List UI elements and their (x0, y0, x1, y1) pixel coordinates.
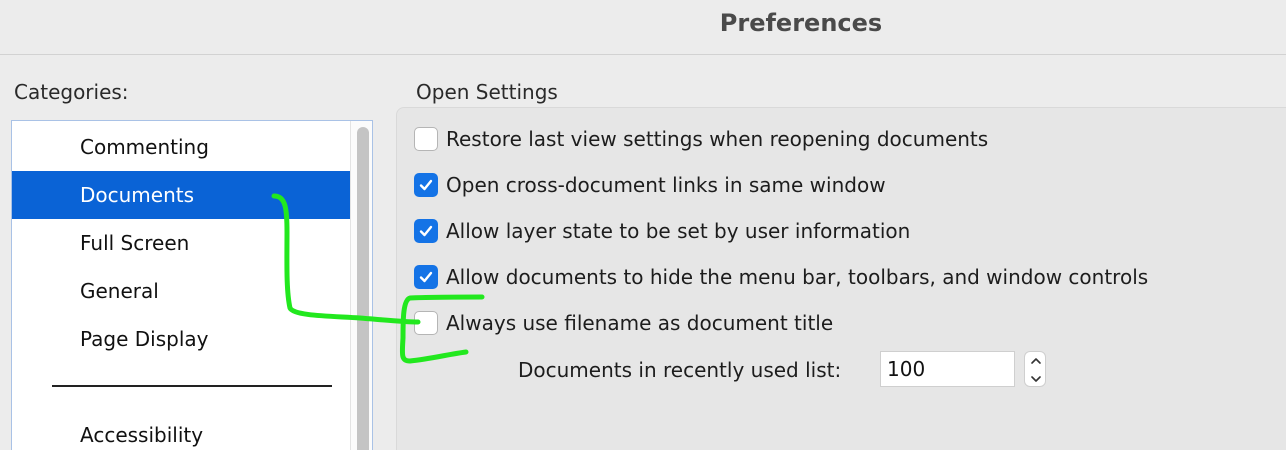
checkmark-icon (419, 225, 433, 237)
recent-list-count-input[interactable] (880, 351, 1015, 387)
categories-scrollbar[interactable] (350, 121, 372, 450)
option-cross-document-links[interactable]: Open cross-document links in same window (414, 172, 886, 198)
option-layer-state[interactable]: Allow layer state to be set by user info… (414, 218, 910, 244)
window-title: Preferences (719, 9, 883, 37)
option-label: Restore last view settings when reopenin… (446, 127, 989, 151)
scrollbar-thumb[interactable] (357, 127, 369, 450)
checkmark-icon (419, 271, 433, 283)
category-item-page-display[interactable]: Page Display (12, 315, 350, 363)
section-title-open-settings: Open Settings (416, 80, 558, 104)
chevron-up-icon (1031, 358, 1041, 364)
option-label: Allow layer state to be set by user info… (446, 219, 911, 243)
option-restore-last-view[interactable]: Restore last view settings when reopenin… (414, 126, 988, 152)
category-item-general[interactable]: General (12, 267, 350, 315)
option-label: Always use filename as document title (446, 311, 834, 335)
checkbox-layer-state[interactable] (414, 219, 438, 243)
option-label: Open cross-document links in same window (446, 173, 886, 197)
checkmark-icon (419, 179, 433, 191)
option-hide-menu-bar[interactable]: Allow documents to hide the menu bar, to… (414, 264, 1148, 290)
recent-list-label: Documents in recently used list: (518, 358, 842, 382)
option-label: Allow documents to hide the menu bar, to… (446, 265, 1149, 289)
category-item-full-screen[interactable]: Full Screen (12, 219, 350, 267)
stepper-up-button[interactable] (1025, 352, 1045, 370)
category-divider (52, 385, 332, 387)
title-bar: Preferences (0, 0, 1286, 55)
category-item-commenting[interactable]: Commenting (12, 123, 350, 171)
chevron-down-icon (1031, 376, 1041, 382)
checkbox-hide-menu-bar[interactable] (414, 265, 438, 289)
recent-list-stepper[interactable] (1024, 351, 1046, 387)
checkbox-restore-last-view[interactable] (414, 127, 438, 151)
option-filename-as-title[interactable]: Always use filename as document title (414, 310, 833, 336)
categories-label: Categories: (14, 80, 129, 104)
category-item-accessibility[interactable]: Accessibility (12, 411, 350, 450)
category-item-documents[interactable]: Documents (12, 171, 350, 219)
categories-list: Commenting Documents Full Screen General… (11, 120, 373, 450)
checkbox-cross-document-links[interactable] (414, 173, 438, 197)
checkbox-filename-as-title[interactable] (414, 311, 438, 335)
stepper-down-button[interactable] (1025, 370, 1045, 386)
